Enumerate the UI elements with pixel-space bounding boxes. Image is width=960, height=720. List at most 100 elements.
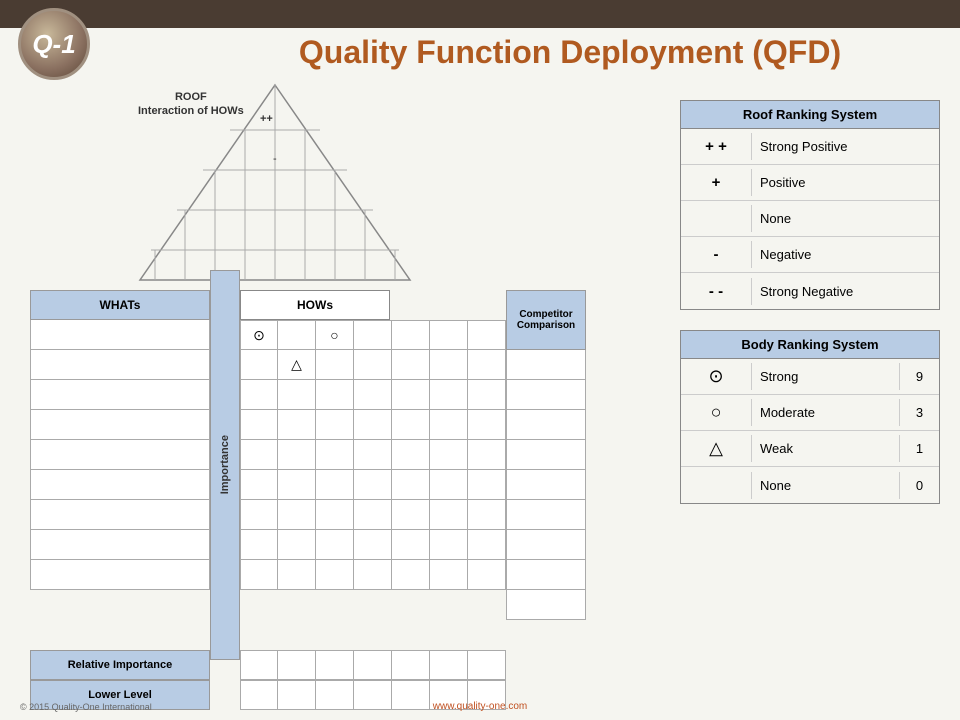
whats-row xyxy=(30,410,210,440)
positive-label: Positive xyxy=(751,169,939,196)
body-row-strong: ⊙ Strong 9 xyxy=(681,359,939,395)
grid-cell xyxy=(316,530,354,560)
grid-cell xyxy=(354,470,392,500)
grid-cell xyxy=(354,530,392,560)
grid-cell xyxy=(240,560,278,590)
grid-cell xyxy=(354,440,392,470)
grid-cell xyxy=(468,470,506,500)
grid-cell xyxy=(240,530,278,560)
grid-cell xyxy=(278,320,316,350)
bullseye-icon: ⊙ xyxy=(253,327,265,344)
roof-triangle: ++ - xyxy=(125,80,425,295)
grid-cell xyxy=(430,530,468,560)
grid-cell xyxy=(240,500,278,530)
grid-row xyxy=(240,470,506,500)
grid-row xyxy=(240,410,506,440)
roof-ranking-title: Roof Ranking System xyxy=(681,101,939,129)
roof-ranking-panel: Roof Ranking System + + Strong Positive … xyxy=(680,100,940,310)
weak-body-value: 1 xyxy=(899,435,939,462)
grid-cell xyxy=(354,560,392,590)
competitor-row xyxy=(506,500,586,530)
grid-row xyxy=(240,380,506,410)
strong-body-symbol: ⊙ xyxy=(681,366,751,387)
top-bar xyxy=(0,0,960,28)
grid-cell xyxy=(468,530,506,560)
page-title: Quality Function Deployment (QFD) xyxy=(200,34,940,71)
whats-row xyxy=(30,320,210,350)
body-ranking-panel: Body Ranking System ⊙ Strong 9 ○ Moderat… xyxy=(680,330,940,504)
grid-cell xyxy=(316,410,354,440)
grid-cell: ⊙ xyxy=(240,320,278,350)
competitor-row xyxy=(506,410,586,440)
grid-cell: ○ xyxy=(316,320,354,350)
footer-website: www.quality-one.com xyxy=(0,701,960,712)
none-body-value: 0 xyxy=(899,472,939,499)
grid-cell xyxy=(278,530,316,560)
grid-cell xyxy=(468,560,506,590)
grid-cell xyxy=(430,440,468,470)
grid-cell xyxy=(468,380,506,410)
grid-cell xyxy=(430,380,468,410)
grid-cell xyxy=(354,350,392,380)
moderate-body-value: 3 xyxy=(899,399,939,426)
grid-cell xyxy=(278,500,316,530)
strong-negative-symbol: - - xyxy=(681,283,751,300)
grid-cell xyxy=(430,410,468,440)
body-row-none: None 0 xyxy=(681,467,939,503)
grid-cell xyxy=(278,470,316,500)
whats-row xyxy=(30,470,210,500)
grid-cell xyxy=(392,500,430,530)
hows-header: HOWs xyxy=(240,290,390,320)
ranking-row-none: None xyxy=(681,201,939,237)
grid-cell xyxy=(468,440,506,470)
grid-cell xyxy=(392,560,430,590)
weak-body-symbol: △ xyxy=(681,438,751,459)
whats-row xyxy=(30,500,210,530)
grid-cell xyxy=(392,380,430,410)
moderate-body-symbol: ○ xyxy=(681,402,751,423)
grid-cell xyxy=(392,350,430,380)
grid-cell xyxy=(468,410,506,440)
grid-cell xyxy=(316,470,354,500)
competitor-row xyxy=(506,590,586,620)
grid-cell xyxy=(354,410,392,440)
grid-cell xyxy=(278,560,316,590)
grid-cell xyxy=(278,410,316,440)
rel-cell xyxy=(354,650,392,680)
none-body-label: None xyxy=(751,472,899,499)
grid-cell xyxy=(240,470,278,500)
rel-cell xyxy=(240,650,278,680)
negative-label: Negative xyxy=(751,241,939,268)
negative-symbol: - xyxy=(681,246,751,263)
whats-rows xyxy=(30,320,210,590)
body-row-weak: △ Weak 1 xyxy=(681,431,939,467)
circle-icon: ○ xyxy=(330,327,338,343)
grid-container: ⊙ ○ △ xyxy=(240,320,506,590)
rel-cell xyxy=(316,650,354,680)
competitor-rows xyxy=(506,350,586,620)
roof-plus-plus: ++ xyxy=(260,113,273,125)
grid-row xyxy=(240,440,506,470)
grid-cell xyxy=(316,440,354,470)
right-panels: Roof Ranking System + + Strong Positive … xyxy=(680,100,940,504)
competitor-label: CompetitorComparison xyxy=(517,309,575,331)
grid-cell xyxy=(392,440,430,470)
competitor-row xyxy=(506,380,586,410)
roof-minus: - xyxy=(273,153,277,165)
whats-row xyxy=(30,350,210,380)
logo-text: Q-1 xyxy=(32,31,75,57)
competitor-row xyxy=(506,560,586,590)
grid-cell xyxy=(316,350,354,380)
whats-row xyxy=(30,440,210,470)
none-label: None xyxy=(751,205,939,232)
grid-cell xyxy=(392,470,430,500)
grid-row xyxy=(240,530,506,560)
grid-cell: △ xyxy=(278,350,316,380)
grid-cell xyxy=(430,560,468,590)
grid-cell xyxy=(468,500,506,530)
grid-cell xyxy=(468,320,506,350)
grid-row: ⊙ ○ xyxy=(240,320,506,350)
rel-cell xyxy=(468,650,506,680)
rel-cell xyxy=(278,650,316,680)
whats-row xyxy=(30,530,210,560)
